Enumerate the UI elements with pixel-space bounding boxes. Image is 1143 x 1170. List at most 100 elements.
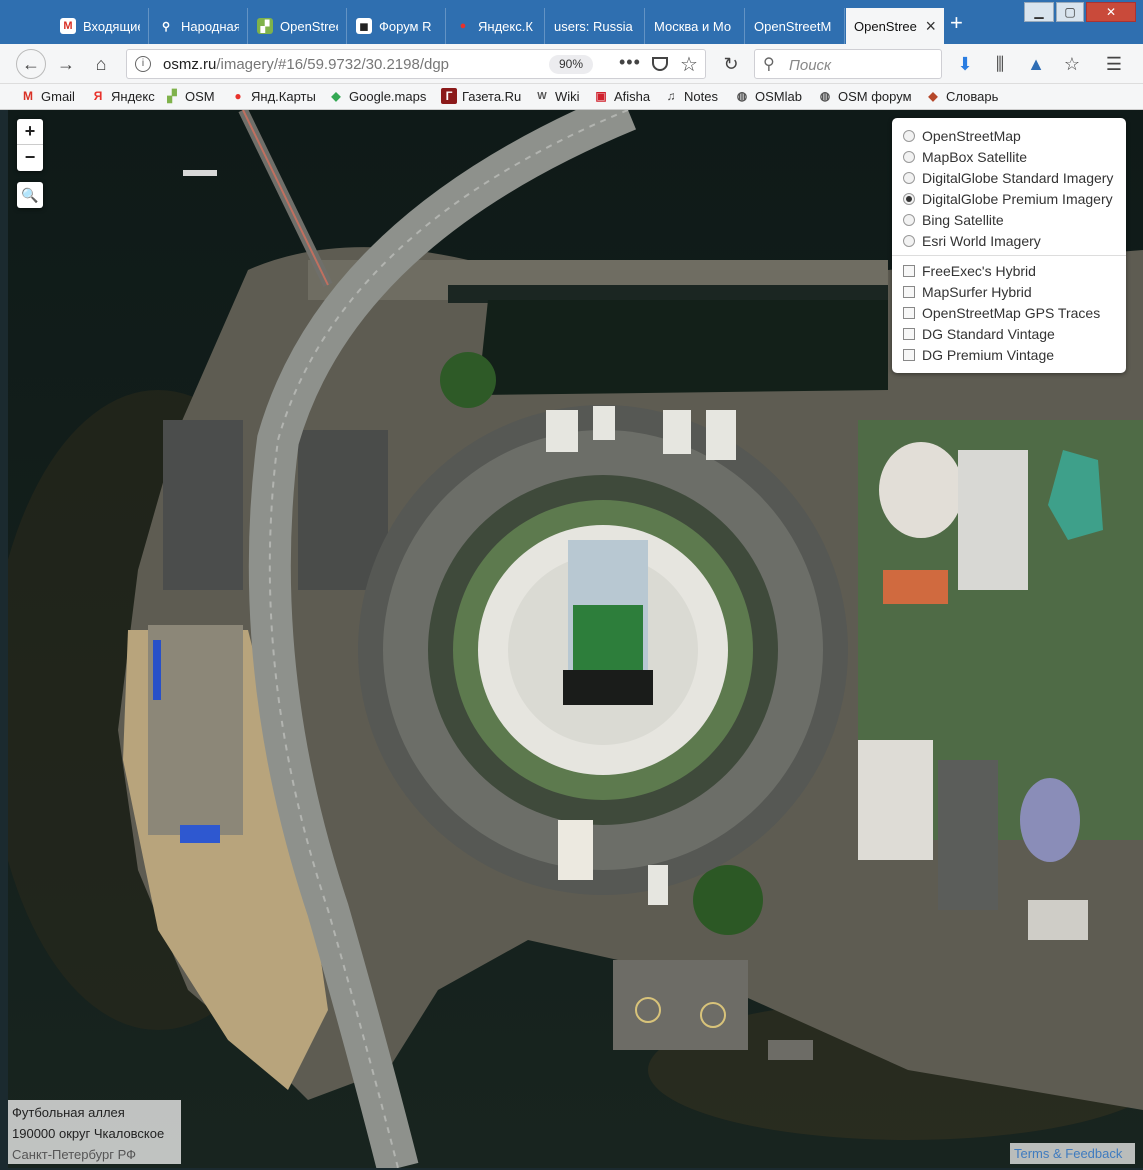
zoom-out-button[interactable]: − xyxy=(17,145,43,171)
address-district: 190000 округ Чкаловское xyxy=(12,1126,165,1141)
checkbox[interactable] xyxy=(903,348,915,361)
bookmark-gazeta[interactable]: Г Газета.Ru xyxy=(441,88,521,104)
bookmark-label: Google.maps xyxy=(349,88,427,104)
overlay-label: OpenStreetMap GPS Traces xyxy=(922,304,1101,321)
radio-button[interactable] xyxy=(903,234,915,247)
bookmark-star-icon[interactable]: ☆ xyxy=(680,52,698,77)
tab-openstreetmap-2[interactable]: OpenStreetM xyxy=(746,8,845,44)
close-icon[interactable]: × xyxy=(925,16,936,37)
base-layer-dg-premium[interactable]: DigitalGlobe Premium Imagery xyxy=(903,188,1126,209)
library-icon[interactable]: ⫼ xyxy=(988,52,1012,76)
tab-yandex-maps[interactable]: ● Яндекс.К xyxy=(447,8,545,44)
page-actions-icon[interactable]: ••• xyxy=(619,52,641,73)
tab-label: Народная xyxy=(181,18,239,34)
osm-icon: ▞ xyxy=(257,18,273,34)
tab-label: Москва и Мо xyxy=(654,18,732,34)
sync-icon[interactable]: ▲ xyxy=(1024,52,1048,76)
terms-feedback-link[interactable]: Terms & Feedback xyxy=(1010,1143,1135,1164)
gazeta-icon: Г xyxy=(441,88,457,104)
bookmark-osm[interactable]: ▞ OSM xyxy=(164,88,214,104)
bookmark-osmlab[interactable]: ◍ OSMlab xyxy=(734,88,802,104)
search-placeholder: Поиск xyxy=(789,57,832,74)
bookmark-yandex[interactable]: Я Яндекс xyxy=(90,88,155,104)
bookmark-label: Газета.Ru xyxy=(462,88,522,104)
minimize-button[interactable]: ▁ xyxy=(1024,2,1054,22)
checkbox[interactable] xyxy=(903,327,915,340)
bookmark-dictionary[interactable]: ◆ Словарь xyxy=(925,88,998,104)
afisha-icon: ▣ xyxy=(595,89,607,103)
url-host: osmz.ru xyxy=(163,56,217,73)
layer-label: DigitalGlobe Standard Imagery xyxy=(922,169,1114,186)
tab-active[interactable]: OpenStree × xyxy=(846,8,944,44)
map-search-button[interactable]: 🔍 xyxy=(17,182,43,208)
tab-forum[interactable]: ◼ Форум R xyxy=(348,8,446,44)
bookmark-label: Afisha xyxy=(614,88,651,104)
radio-button[interactable] xyxy=(903,150,915,163)
reload-button[interactable]: ↻ xyxy=(716,50,746,78)
zoom-level-badge[interactable]: 90% xyxy=(549,55,594,74)
base-layer-dg-standard[interactable]: DigitalGlobe Standard Imagery xyxy=(903,167,1126,188)
radio-button[interactable] xyxy=(903,213,915,226)
tab-users-russia[interactable]: users: Russia xyxy=(546,8,645,44)
url-bar[interactable]: i osmz.ru/imagery/#16/59.9732/30.2198/dg… xyxy=(126,49,706,79)
wiki-icon: W xyxy=(537,90,547,102)
checkbox[interactable] xyxy=(903,306,915,319)
overlay-label: FreeExec's Hybrid xyxy=(922,262,1036,279)
tab-openstreetmap[interactable]: ▞ OpenStreetMap xyxy=(249,8,347,44)
bookmark-label: Словарь xyxy=(946,88,999,104)
layer-label: OpenStreetMap xyxy=(922,127,1021,144)
bookmark-yandex-maps[interactable]: ● Янд.Карты xyxy=(230,88,316,104)
extension-icon[interactable]: ☆ xyxy=(1060,52,1084,76)
yandex-icon: Я xyxy=(93,89,103,103)
checkbox[interactable] xyxy=(903,264,915,277)
new-tab-button[interactable]: + xyxy=(950,10,963,36)
yandex-maps-icon: ● xyxy=(459,20,467,32)
download-icon[interactable]: ⬇ xyxy=(953,52,977,76)
base-layer-mapbox-satellite[interactable]: MapBox Satellite xyxy=(903,146,1126,167)
base-layer-openstreetmap[interactable]: OpenStreetMap xyxy=(903,125,1126,146)
bookmark-gmail[interactable]: M Gmail xyxy=(20,88,75,104)
bookmark-label: Notes xyxy=(684,88,718,104)
url-path: /imagery/#16/59.9732/30.2198/dgp xyxy=(216,56,450,73)
overlay-mapsurfer-hybrid[interactable]: MapSurfer Hybrid xyxy=(903,281,1126,302)
forum-icon: ◼ xyxy=(356,18,372,34)
search-input[interactable]: ⚲ Поиск xyxy=(754,49,942,79)
bookmark-label: Wiki xyxy=(555,88,580,104)
radio-button[interactable] xyxy=(903,129,915,142)
window-close-button[interactable]: ✕ xyxy=(1086,2,1136,22)
base-layer-esri-world[interactable]: Esri World Imagery xyxy=(903,230,1126,251)
menu-icon[interactable]: ☰ xyxy=(1102,52,1126,76)
tab-narodnaya[interactable]: ⚲ Народная xyxy=(150,8,248,44)
info-icon[interactable]: i xyxy=(135,56,151,72)
tab-label: users: Russia xyxy=(554,18,633,34)
pocket-icon[interactable] xyxy=(652,57,668,71)
back-button[interactable]: ← xyxy=(16,49,46,79)
bookmark-notes[interactable]: ♫ Notes xyxy=(663,88,718,104)
dictionary-icon: ◆ xyxy=(928,89,938,103)
globe-icon: ◍ xyxy=(819,89,831,103)
bookmark-label: OSMlab xyxy=(755,88,802,104)
tab-moscow[interactable]: Москва и Мо xyxy=(646,8,745,44)
home-button[interactable]: ⌂ xyxy=(86,50,116,78)
bookmark-osm-forum[interactable]: ◍ OSM форум xyxy=(817,88,912,104)
radio-button-selected[interactable] xyxy=(903,192,915,205)
bookmark-afisha[interactable]: ▣ Afisha xyxy=(593,88,650,104)
zoom-in-button[interactable]: + xyxy=(17,119,43,145)
radio-button[interactable] xyxy=(903,171,915,184)
bookmarks-bar: M Gmail Я Яндекс ▞ OSM ● Янд.Карты ◆ Google.m… xyxy=(0,84,1143,110)
bookmark-google-maps[interactable]: ◆ Google.maps xyxy=(328,88,426,104)
overlay-dg-standard-vintage[interactable]: DG Standard Vintage xyxy=(903,323,1126,344)
bookmark-label: Янд.Карты xyxy=(251,88,316,104)
overlay-gps-traces[interactable]: OpenStreetMap GPS Traces xyxy=(903,302,1126,323)
layer-label: DigitalGlobe Premium Imagery xyxy=(922,190,1113,207)
overlay-dg-premium-vintage[interactable]: DG Premium Vintage xyxy=(903,344,1126,365)
checkbox[interactable] xyxy=(903,285,915,298)
map-pin-icon: ● xyxy=(234,89,242,103)
overlay-freeexec-hybrid[interactable]: FreeExec's Hybrid xyxy=(903,260,1126,281)
bookmark-wiki[interactable]: W Wiki xyxy=(534,88,580,104)
maximize-button[interactable]: ▢ xyxy=(1056,2,1084,22)
forward-button[interactable]: → xyxy=(51,50,81,78)
notes-icon: ♫ xyxy=(666,89,676,103)
tab-inbox[interactable]: M Входящие xyxy=(52,8,149,44)
base-layer-bing-satellite[interactable]: Bing Satellite xyxy=(903,209,1126,230)
